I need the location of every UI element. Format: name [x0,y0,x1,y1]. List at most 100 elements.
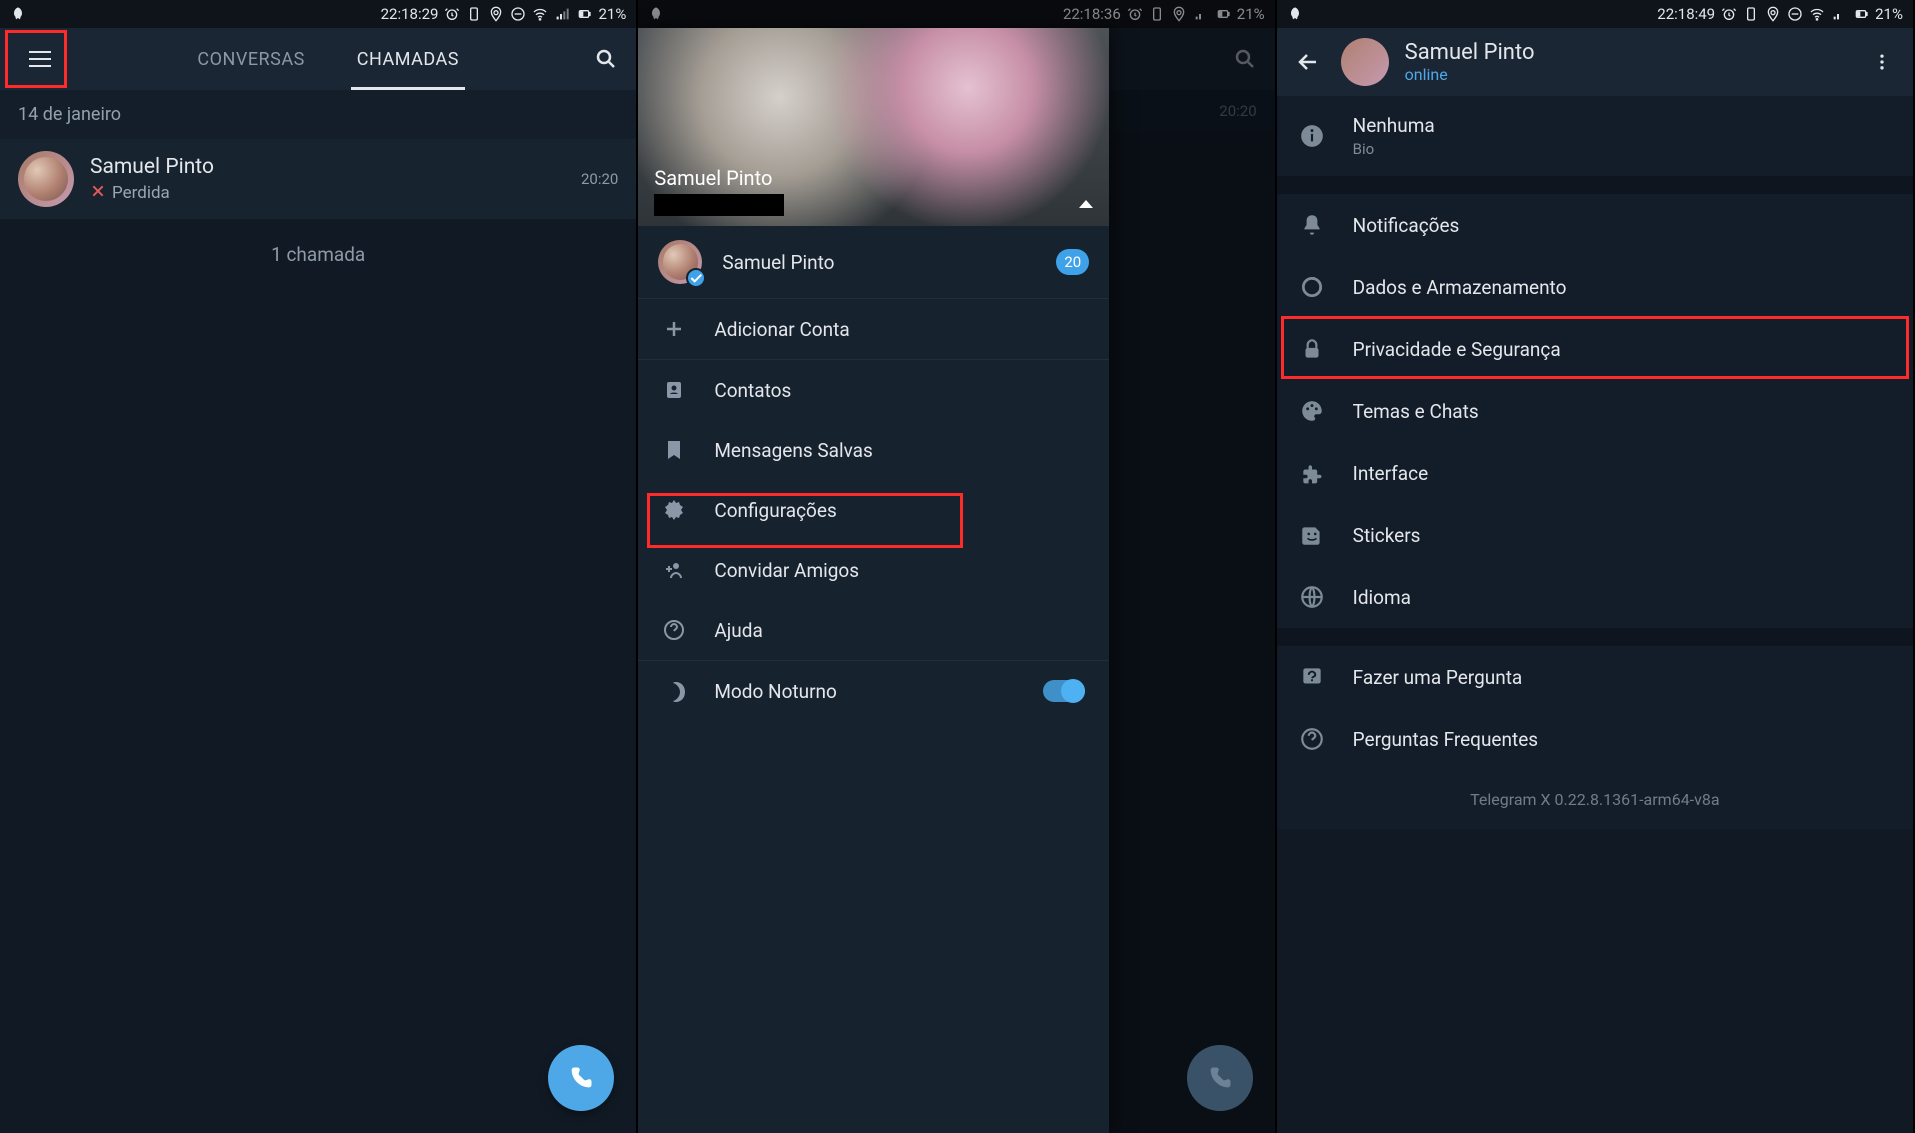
drawer-label: Contatos [714,379,791,402]
settings-status: online [1405,65,1849,84]
settings-label: Stickers [1353,524,1421,547]
info-icon [1299,123,1325,149]
rocket-icon [10,6,26,22]
question-icon [1299,664,1325,690]
back-button[interactable] [1291,45,1325,79]
settings-label: Dados e Armazenamento [1353,276,1567,299]
settings-item-ask[interactable]: Fazer uma Pergunta [1277,646,1913,708]
settings-header: Samuel Pinto online [1277,28,1913,96]
drawer-item-invite[interactable]: Convidar Amigos [638,540,1109,600]
gear-icon [662,498,686,522]
settings-item-privacy[interactable]: Privacidade e Segurança [1277,318,1913,380]
bio-value: Nenhuma [1353,114,1435,137]
tab-bar: CONVERSAS CHAMADAS [70,31,586,88]
sticker-icon [1299,522,1325,548]
phone-icon [567,1064,595,1092]
settings-item-themes[interactable]: Temas e Chats [1277,380,1913,442]
phone-icon [1743,6,1759,22]
settings-label: Perguntas Frequentes [1353,728,1538,751]
unread-badge: 20 [1056,249,1089,275]
call-count: 1 chamada [0,219,636,290]
globe-icon [1299,584,1325,610]
menu-button[interactable] [10,29,70,89]
drawer-item-contacts[interactable]: Contatos [638,360,1109,420]
settings-list: Nenhuma Bio Notificações Dados e Armazen… [1277,96,1913,1133]
drawer-item-help[interactable]: Ajuda [638,600,1109,660]
call-name: Samuel Pinto [90,155,565,179]
moon-icon [662,679,686,703]
date-header: 14 de janeiro [0,90,636,139]
call-list-item[interactable]: Samuel Pinto Perdida 20:20 [0,139,636,219]
search-button[interactable] [586,39,626,79]
status-battery: 21% [1875,5,1903,23]
settings-profile-name: Samuel Pinto [1405,40,1849,65]
lock-icon [1299,336,1325,362]
wifi-icon [532,6,548,22]
search-icon [594,47,618,71]
battery-icon [576,6,592,22]
avatar[interactable] [1341,38,1389,86]
drawer-label: Mensagens Salvas [714,439,873,462]
settings-item-bio[interactable]: Nenhuma Bio [1277,96,1913,176]
settings-label: Privacidade e Segurança [1353,338,1561,361]
dnd-icon [510,6,526,22]
settings-item-faq[interactable]: Perguntas Frequentes [1277,708,1913,770]
chevron-up-icon[interactable] [1079,200,1093,208]
missed-call-icon [90,183,106,204]
drawer-item-saved[interactable]: Mensagens Salvas [638,420,1109,480]
call-status: Perdida [90,183,565,204]
screen-calls: 22:18:29 21% CONVERSAS CHAMADAS 14 de ja… [0,0,638,1133]
status-battery: 21% [598,5,626,23]
drawer-header[interactable]: Samuel Pinto [638,28,1109,226]
more-vert-icon [1872,52,1892,72]
tab-chamadas[interactable]: CHAMADAS [351,31,465,88]
bookmark-icon [662,438,686,462]
settings-label: Notificações [1353,214,1460,237]
data-icon [1299,274,1325,300]
help-icon [1299,726,1325,752]
tab-conversas[interactable]: CONVERSAS [191,31,310,88]
dnd-icon [1787,6,1803,22]
account-name: Samuel Pinto [722,251,1036,274]
fab-call[interactable] [548,1045,614,1111]
plus-icon [662,317,686,341]
drawer-item-settings[interactable]: Configurações [638,480,1109,540]
drawer-account-item[interactable]: Samuel Pinto 20 [638,226,1109,299]
status-bar: 22:18:29 21% [0,0,636,28]
avatar [18,151,74,207]
call-status-text: Perdida [112,183,170,203]
settings-item-interface[interactable]: Interface [1277,442,1913,504]
bell-icon [1299,212,1325,238]
signal-icon [1831,6,1847,22]
status-time: 22:18:49 [1657,5,1715,23]
settings-item-notifications[interactable]: Notificações [1277,194,1913,256]
settings-label: Fazer uma Pergunta [1353,666,1523,689]
location-icon [488,6,504,22]
settings-item-data-storage[interactable]: Dados e Armazenamento [1277,256,1913,318]
night-mode-toggle[interactable] [1043,680,1085,702]
call-time: 20:20 [581,170,618,188]
nav-drawer: Samuel Pinto Samuel Pinto 20 Adicionar C… [638,28,1109,1133]
drawer-label: Convidar Amigos [714,559,859,582]
settings-item-stickers[interactable]: Stickers [1277,504,1913,566]
screen-settings: 22:18:49 21% Samuel Pinto online Nenhu [1277,0,1915,1133]
drawer-item-add-account[interactable]: Adicionar Conta [638,299,1109,359]
drawer-label: Configurações [714,499,836,522]
status-bar: 22:18:49 21% [1277,0,1913,28]
drawer-label: Ajuda [714,619,762,642]
drawer-label: Adicionar Conta [714,318,849,341]
bio-label: Bio [1353,140,1435,158]
settings-item-language[interactable]: Idioma [1277,566,1913,628]
extension-icon [1299,460,1325,486]
alarm-icon [444,6,460,22]
drawer-profile-name: Samuel Pinto [654,166,784,190]
signal-icon [554,6,570,22]
app-bar: CONVERSAS CHAMADAS [0,28,636,90]
help-icon [662,618,686,642]
screen-drawer: 22:18:36 21% 20:20 Samuel Pinto [638,0,1276,1133]
drawer-item-night-mode[interactable]: Modo Noturno [638,661,1109,721]
check-badge-icon [686,268,706,288]
battery-icon [1853,6,1869,22]
arrow-left-icon [1296,50,1320,74]
more-button[interactable] [1865,45,1899,79]
